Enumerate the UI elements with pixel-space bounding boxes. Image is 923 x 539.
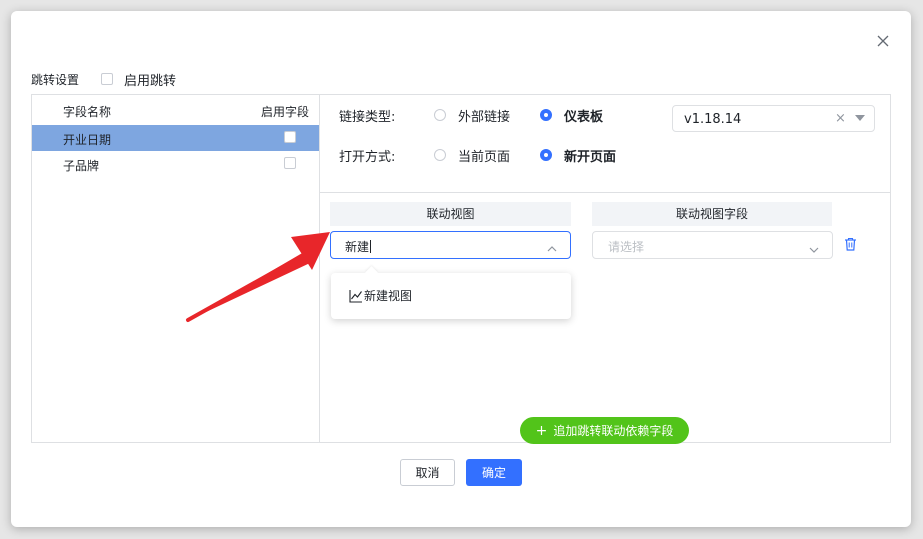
linked-view-input-text: 新建 xyxy=(345,240,372,254)
chevron-down-icon[interactable] xyxy=(809,240,819,253)
open-mode-new-option[interactable]: 新开页面 xyxy=(540,146,616,165)
linked-view-dropdown: 新建视图 xyxy=(331,273,571,319)
section-divider xyxy=(320,192,890,193)
dropdown-item-new-view[interactable]: 新建视图 xyxy=(349,287,412,304)
jump-settings-dialog: 跳转设置 启用跳转 字段名称 启用字段 开业日期 子品牌 链接类型: 外部链接 … xyxy=(11,11,911,527)
add-dependency-field-button[interactable]: + 追加跳转联动依赖字段 xyxy=(520,417,689,444)
trash-icon[interactable] xyxy=(844,236,857,251)
dropdown-item-label: 新建视图 xyxy=(364,289,413,303)
radio-label: 新开页面 xyxy=(564,149,617,165)
radio-label: 外部链接 xyxy=(458,109,511,125)
radio-button-selected[interactable] xyxy=(540,109,553,121)
jump-settings-row: 跳转设置 启用跳转 xyxy=(31,69,176,89)
link-type-external-option[interactable]: 外部链接 xyxy=(434,106,510,125)
link-type-row: 链接类型: 外部链接 仪表板 xyxy=(339,105,633,125)
field-name-header: 字段名称 xyxy=(63,105,112,119)
line-chart-icon xyxy=(349,289,362,303)
enable-jump-toggle[interactable]: 启用跳转 xyxy=(101,70,176,89)
enable-field-checkbox[interactable] xyxy=(284,131,296,143)
radio-label: 当前页面 xyxy=(458,149,511,165)
field-row-sub-brand[interactable]: 子品牌 xyxy=(32,151,319,177)
jump-config-panel: 字段名称 启用字段 开业日期 子品牌 链接类型: 外部链接 仪表板 v1.18.… xyxy=(31,94,891,444)
linked-view-input[interactable]: 新建 xyxy=(330,231,571,259)
open-mode-label: 打开方式: xyxy=(339,149,396,165)
link-type-dashboard-option[interactable]: 仪表板 xyxy=(540,106,603,125)
radio-button-selected[interactable] xyxy=(540,149,553,161)
linked-view-header: 联动视图 xyxy=(330,202,571,226)
enable-field-header: 启用字段 xyxy=(261,105,310,119)
enable-jump-label: 启用跳转 xyxy=(124,73,177,89)
caret-down-icon[interactable] xyxy=(855,115,865,121)
field-name: 开业日期 xyxy=(63,133,112,147)
field-row-opening-date[interactable]: 开业日期 xyxy=(32,125,319,151)
linked-view-field-header: 联动视图字段 xyxy=(592,202,832,226)
jump-settings-label: 跳转设置 xyxy=(31,72,80,87)
field-name: 子品牌 xyxy=(63,159,100,173)
radio-button[interactable] xyxy=(434,149,446,161)
confirm-button[interactable]: 确定 xyxy=(466,459,522,486)
link-type-label: 链接类型: xyxy=(339,109,396,125)
radio-label: 仪表板 xyxy=(564,109,604,125)
field-list-panel: 字段名称 启用字段 开业日期 子品牌 xyxy=(32,95,320,442)
linked-view-field-select[interactable]: 请选择 xyxy=(592,231,833,259)
field-list-header: 字段名称 启用字段 xyxy=(32,95,319,125)
chevron-up-icon[interactable] xyxy=(547,239,557,252)
close-icon[interactable] xyxy=(875,33,891,49)
link-config-panel: 链接类型: 外部链接 仪表板 v1.18.14 × 打开方式: 当前页面 新开页… xyxy=(320,95,890,444)
enable-jump-checkbox[interactable] xyxy=(101,73,114,85)
open-mode-current-option[interactable]: 当前页面 xyxy=(434,146,510,165)
enable-field-checkbox[interactable] xyxy=(284,157,296,169)
plus-icon: + xyxy=(535,422,548,439)
linked-view-field-placeholder: 请选择 xyxy=(608,240,645,254)
radio-button[interactable] xyxy=(434,109,446,121)
clear-icon[interactable]: × xyxy=(835,111,846,126)
add-dependency-field-label: 追加跳转联动依赖字段 xyxy=(553,424,674,438)
version-value: v1.18.14 xyxy=(684,112,742,127)
cancel-button[interactable]: 取消 xyxy=(400,459,455,486)
open-mode-row: 打开方式: 当前页面 新开页面 xyxy=(339,145,646,165)
dashboard-version-select[interactable]: v1.18.14 × xyxy=(672,105,875,132)
